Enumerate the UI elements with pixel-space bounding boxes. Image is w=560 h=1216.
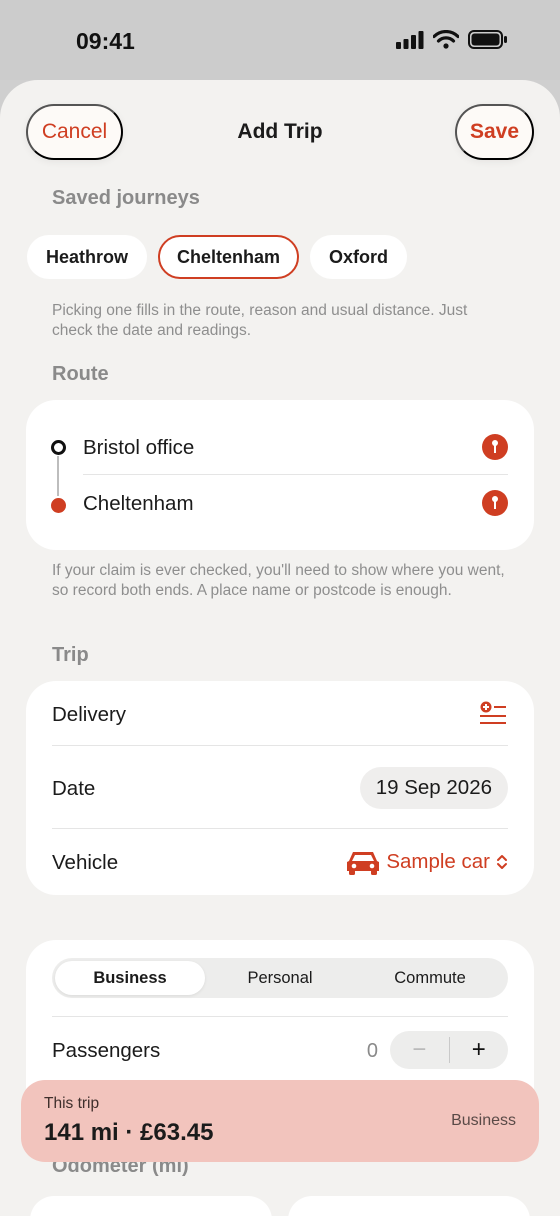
battery-icon: [468, 30, 507, 49]
trip-reason[interactable]: Delivery: [52, 703, 126, 727]
summary-value: 141 mi · £63.45: [44, 1119, 214, 1146]
saved-journey-chips: Heathrow Cheltenham Oxford: [27, 235, 408, 279]
route-hint: If your claim is ever checked, you'll ne…: [52, 562, 505, 599]
odometer-start-field[interactable]: [30, 1196, 272, 1216]
purpose-divider: [52, 1016, 508, 1017]
route-from[interactable]: Bristol office: [83, 436, 194, 460]
segment-business[interactable]: Business: [55, 961, 205, 995]
route-connector: [57, 456, 59, 496]
saved-journeys-label: Saved journeys: [52, 187, 200, 209]
segment-commute[interactable]: Commute: [355, 961, 505, 995]
passengers-value: 0: [366, 1040, 378, 1062]
signal-icon: [396, 30, 424, 49]
route-divider: [83, 474, 508, 475]
date-picker[interactable]: 19 Sep 2026: [359, 767, 508, 809]
origin-dot-icon: [51, 440, 66, 455]
route-to[interactable]: Cheltenham: [83, 492, 194, 516]
passengers-label: Passengers: [52, 1039, 161, 1062]
decrement-button[interactable]: −: [390, 1031, 449, 1069]
add-trip-sheet: Cancel Add Trip Save Saved journeys Heat…: [0, 80, 560, 1216]
to-location-pin-icon[interactable]: [482, 490, 508, 516]
trip-divider-1: [52, 745, 508, 746]
summary-trip-type: Business: [451, 1112, 516, 1129]
reason-list-icon[interactable]: [480, 700, 506, 726]
passengers-stepper: − +: [390, 1031, 508, 1069]
save-button[interactable]: Save: [455, 104, 534, 160]
chip-cheltenham[interactable]: Cheltenham: [158, 235, 300, 279]
from-location-pin-icon[interactable]: [482, 434, 508, 460]
odometer-end-field[interactable]: [288, 1196, 530, 1216]
saved-journeys-hint: Picking one fills in the route, reason a…: [52, 302, 468, 339]
status-time: 09:41: [76, 28, 135, 54]
chip-oxford[interactable]: Oxford: [310, 235, 408, 279]
vehicle-label: Vehicle: [52, 851, 119, 874]
summary-label: This trip: [44, 1095, 100, 1112]
status-icons: [396, 30, 508, 49]
trip-summary-banner: This trip 141 mi · £63.45 Business: [21, 1080, 539, 1162]
status-bar: 09:41: [0, 0, 560, 80]
trip-type-segmented-control: Business Personal Commute: [52, 958, 508, 998]
route-card: Bristol office Cheltenham: [26, 400, 534, 550]
segment-personal[interactable]: Personal: [205, 961, 355, 995]
wifi-icon: [433, 30, 459, 49]
destination-dot-icon: [51, 498, 66, 513]
chip-heathrow[interactable]: Heathrow: [27, 235, 148, 279]
increment-button[interactable]: +: [450, 1031, 509, 1069]
route-label: Route: [52, 363, 109, 385]
trip-label: Trip: [52, 644, 89, 666]
date-label: Date: [52, 777, 96, 800]
trip-divider-2: [52, 828, 508, 829]
vehicle-value: Sample car: [386, 850, 490, 873]
vehicle-picker[interactable]: Sample car: [346, 849, 508, 875]
trip-card: Delivery Date 19 Sep 2026 Vehicle Sample…: [26, 681, 534, 895]
chevron-up-down-icon: [497, 855, 507, 869]
car-icon: [347, 852, 380, 875]
